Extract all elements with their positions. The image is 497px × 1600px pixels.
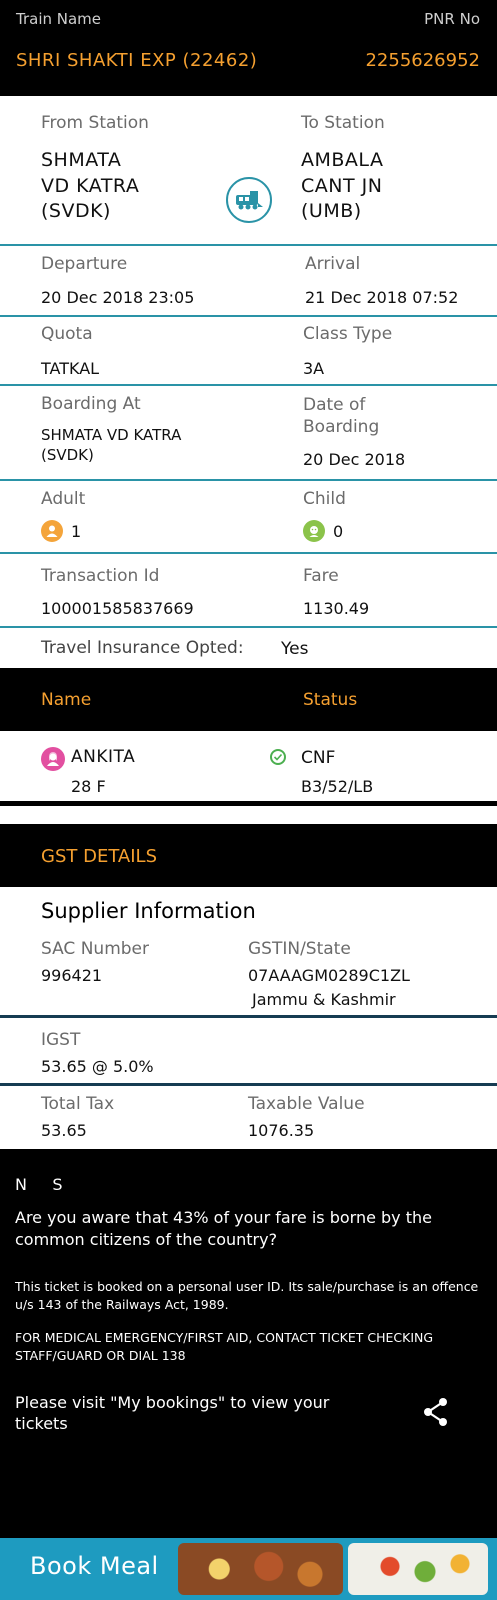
fare-awareness-text: Are you aware that 43% of your fare is b… xyxy=(15,1208,432,1249)
fare-value: 1130.49 xyxy=(303,599,370,618)
passenger-age-gender: 28 F xyxy=(71,777,106,796)
from-station: SHMATA VD KATRA (SVDK) xyxy=(41,149,140,223)
taxable-value: 1076.35 xyxy=(248,1121,315,1140)
to-station-label: To Station xyxy=(301,113,385,133)
gst-details-title: GST DETAILS xyxy=(41,846,157,867)
food-image xyxy=(178,1543,343,1595)
child-icon xyxy=(303,520,325,542)
sac-label: SAC Number xyxy=(41,939,150,959)
sac-value: 996421 xyxy=(41,966,103,985)
gstin-value: 07AAAGM0289C1ZL xyxy=(248,966,410,985)
date-of-boarding-label: Date of Boarding xyxy=(303,395,380,438)
passenger-icon xyxy=(41,747,65,771)
adult-count: 1 xyxy=(71,522,82,541)
arrival-label: Arrival xyxy=(305,254,361,274)
to-station: AMBALA CANT JN (UMB) xyxy=(301,149,384,223)
state-value: Jammu & Kashmir xyxy=(252,990,396,1009)
divider xyxy=(0,1015,497,1018)
divider xyxy=(0,626,497,628)
fare-label: Fare xyxy=(303,566,339,586)
supplier-heading: Supplier Information xyxy=(41,899,256,923)
igst-label: IGST xyxy=(41,1030,81,1050)
gstin-label: GSTIN/State xyxy=(248,939,351,959)
journey-card: From Station To Station SHMATA VD KATRA … xyxy=(0,96,497,668)
adult-label: Adult xyxy=(41,489,86,509)
check-circle-icon xyxy=(270,749,286,765)
train-name: SHRI SHAKTI EXP (22462) xyxy=(16,50,258,71)
adult-icon xyxy=(41,520,63,542)
class-type-label: Class Type xyxy=(303,324,393,344)
boarding-at-label: Boarding At xyxy=(41,394,141,414)
train-name-label: Train Name xyxy=(16,10,102,28)
legal-notice: This ticket is booked on a personal user… xyxy=(15,1279,479,1313)
departure-label: Departure xyxy=(41,254,128,274)
spacer xyxy=(0,806,497,824)
divider xyxy=(0,1083,497,1086)
pnr-label: PNR No xyxy=(424,10,480,28)
travel-insurance-value: Yes xyxy=(281,639,309,659)
book-meal-banner[interactable]: Book Meal xyxy=(0,1538,497,1600)
ticket-screen: Train Name PNR No SHRI SHAKTI EXP (22462… xyxy=(0,0,497,1600)
arrival-value: 21 Dec 2018 07:52 xyxy=(305,288,459,307)
quota-label: Quota xyxy=(41,324,93,344)
train-icon xyxy=(226,177,272,223)
from-station-label: From Station xyxy=(41,113,149,133)
divider xyxy=(0,315,497,317)
total-tax-value: 53.65 xyxy=(41,1121,87,1140)
child-label: Child xyxy=(303,489,346,509)
class-value: 3A xyxy=(303,359,325,378)
pnr-number: 2255626952 xyxy=(365,50,480,71)
divider xyxy=(0,244,497,246)
quota-value: TATKAL xyxy=(41,359,100,378)
child-count: 0 xyxy=(333,522,344,541)
divider xyxy=(0,479,497,481)
divider xyxy=(0,552,497,554)
transaction-id-value: 100001585837669 xyxy=(41,599,194,618)
book-meal-label: Book Meal xyxy=(30,1552,159,1580)
divider xyxy=(0,384,497,386)
berth: B3/52/LB xyxy=(301,777,374,796)
gst-card: Supplier Information SAC Number GSTIN/St… xyxy=(0,887,497,1149)
ns-text: N S xyxy=(15,1175,63,1194)
medical-emergency-notice: FOR MEDICAL EMERGENCY/FIRST AID, CONTACT… xyxy=(15,1330,434,1364)
food-image xyxy=(348,1543,488,1595)
booking-status: CNF xyxy=(301,748,336,768)
igst-value: 53.65 @ 5.0% xyxy=(41,1057,154,1076)
my-bookings-text: Please visit "My bookings" to view your … xyxy=(15,1393,330,1433)
name-header: Name xyxy=(41,690,92,710)
transaction-id-label: Transaction Id xyxy=(41,566,160,586)
taxable-value-label: Taxable Value xyxy=(248,1094,365,1114)
travel-insurance-label: Travel Insurance Opted: xyxy=(41,638,244,658)
status-header: Status xyxy=(303,690,358,710)
date-of-boarding-value: 20 Dec 2018 xyxy=(303,450,406,469)
total-tax-label: Total Tax xyxy=(41,1094,115,1114)
share-icon[interactable] xyxy=(420,1396,452,1428)
passenger-row: ANKITA 28 F CNF B3/52/LB xyxy=(0,731,497,801)
departure-value: 20 Dec 2018 23:05 xyxy=(41,288,195,307)
passenger-name: ANKITA xyxy=(71,747,136,767)
boarding-at-value: SHMATA VD KATRA (SVDK) xyxy=(41,426,182,464)
